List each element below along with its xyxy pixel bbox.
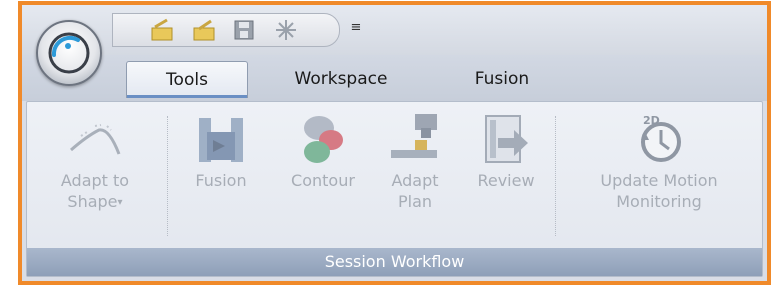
fusion-label: Fusion <box>195 171 247 190</box>
fusion-button[interactable]: Fusion <box>171 110 271 191</box>
adapt-to-shape-button[interactable]: Adapt to Shape▾ <box>33 110 157 213</box>
tab-workspace[interactable]: Workspace <box>274 61 408 97</box>
curve-icon <box>70 124 121 155</box>
application-orb-button[interactable] <box>36 20 102 86</box>
tab-tools[interactable]: Tools <box>126 61 248 98</box>
quick-access-toolbar <box>112 13 340 47</box>
save-icon[interactable] <box>231 17 257 43</box>
dropdown-caret-icon: ▾ <box>117 197 123 208</box>
contour-button[interactable]: Contour <box>271 110 375 191</box>
review-arrow-icon <box>485 115 528 163</box>
ribbon-separator <box>555 116 556 236</box>
motion-icon-label: 2D <box>643 114 660 127</box>
review-label: Review <box>477 171 535 190</box>
import-icon[interactable] <box>149 17 175 43</box>
adapt-to-shape-label-line1: Adapt to <box>60 171 130 190</box>
export-icon[interactable] <box>191 17 217 43</box>
application-window-frame: ≡ Tools Workspace Fusion Adapt to Shape▾… <box>18 1 771 285</box>
update-motion-label-line1: Update Motion <box>600 171 718 190</box>
snowflake-icon[interactable] <box>273 17 299 43</box>
adapt-plan-label-line2: Plan <box>397 192 433 211</box>
adapt-plan-label-line1: Adapt <box>391 171 439 190</box>
fusion-icon <box>199 118 243 162</box>
contour-label: Contour <box>291 171 355 190</box>
review-button[interactable]: Review <box>461 110 551 191</box>
app-logo-icon <box>48 32 90 74</box>
tab-fusion[interactable]: Fusion <box>452 61 552 97</box>
ribbon-separator <box>167 116 168 236</box>
adapt-plan-icon <box>391 114 437 158</box>
ribbon-panel: Adapt to Shape▾ Fusion Contour Adapt Pla… <box>26 101 763 277</box>
ribbon-group-label: Session Workflow <box>27 248 762 276</box>
adapt-to-shape-label-text: Shape <box>67 192 118 211</box>
adapt-to-shape-label-line2: Shape▾ <box>33 191 157 213</box>
update-motion-monitoring-button[interactable]: 2D Update Motion Monitoring <box>561 110 757 212</box>
update-motion-label-line2: Monitoring <box>616 192 702 211</box>
customize-toolbar-dropdown[interactable]: ≡ <box>349 17 363 39</box>
adapt-plan-button[interactable]: Adapt Plan <box>375 110 455 212</box>
motion-monitor-2d-icon: 2D <box>641 114 681 162</box>
contour-blobs-icon <box>304 116 343 163</box>
